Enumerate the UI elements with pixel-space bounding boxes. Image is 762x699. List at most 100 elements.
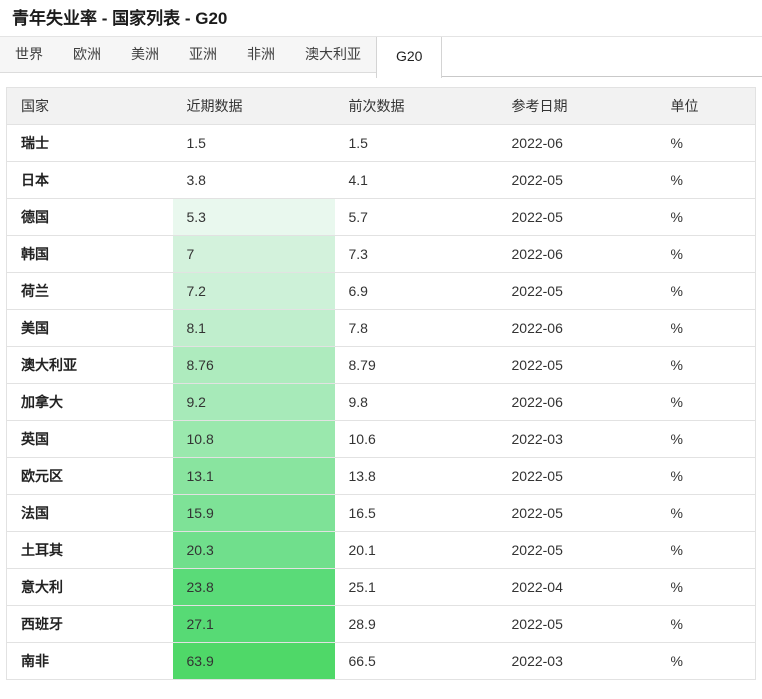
- cell-country: 澳大利亚: [6, 346, 173, 384]
- column-header-unit: 单位: [656, 87, 756, 125]
- cell-country: 德国: [6, 198, 173, 236]
- cell-date: 2022-03: [497, 420, 657, 458]
- cell-latest: 8.1: [172, 309, 335, 347]
- table-body: 瑞士 1.5 1.5 2022-06% 日本 3.8 4.1 2022-05% 德国 5.3 5.7…: [6, 124, 756, 680]
- cell-country: 南非: [6, 642, 173, 680]
- countries-table-container: 国家 近期数据 前次数据 参考日期 单位 瑞士 1.5 1.5 2022-06% 日本 3.8 4.…: [6, 87, 756, 680]
- cell-latest: 15.9: [172, 494, 335, 532]
- cell-unit: %: [656, 235, 756, 273]
- cell-country: 西班牙: [6, 605, 173, 643]
- cell-previous: 5.7: [334, 198, 498, 236]
- cell-date: 2022-05: [497, 272, 657, 310]
- inactive-tab-group: 世界 欧洲 美洲 亚洲 非洲 澳大利亚: [0, 37, 376, 73]
- table-row: 西班牙 27.1 28.9 2022-05%: [6, 605, 756, 643]
- cell-unit: %: [656, 568, 756, 606]
- cell-latest: 3.8: [172, 161, 335, 199]
- cell-latest: 23.8: [172, 568, 335, 606]
- cell-country: 土耳其: [6, 531, 173, 569]
- cell-latest: 10.8: [172, 420, 335, 458]
- region-tab-bar: 世界 欧洲 美洲 亚洲 非洲 澳大利亚 G20: [0, 36, 762, 78]
- cell-date: 2022-05: [497, 605, 657, 643]
- cell-unit: %: [656, 124, 756, 162]
- cell-previous: 25.1: [334, 568, 498, 606]
- cell-latest: 8.76: [172, 346, 335, 384]
- cell-previous: 7.3: [334, 235, 498, 273]
- tab-world[interactable]: 世界: [0, 37, 58, 73]
- cell-unit: %: [656, 605, 756, 643]
- cell-country: 荷兰: [6, 272, 173, 310]
- cell-unit: %: [656, 383, 756, 421]
- cell-country: 加拿大: [6, 383, 173, 421]
- column-header-country: 国家: [6, 87, 173, 125]
- tab-africa[interactable]: 非洲: [232, 37, 290, 73]
- cell-latest: 5.3: [172, 198, 335, 236]
- cell-previous: 4.1: [334, 161, 498, 199]
- table-row: 韩国 7 7.3 2022-06%: [6, 235, 756, 273]
- column-header-latest: 近期数据: [172, 87, 335, 125]
- cell-unit: %: [656, 272, 756, 310]
- cell-previous: 8.79: [334, 346, 498, 384]
- cell-latest: 27.1: [172, 605, 335, 643]
- cell-date: 2022-03: [497, 642, 657, 680]
- cell-previous: 13.8: [334, 457, 498, 495]
- table-row: 英国 10.8 10.6 2022-03%: [6, 420, 756, 458]
- table-row: 美国 8.1 7.8 2022-06%: [6, 309, 756, 347]
- cell-unit: %: [656, 531, 756, 569]
- cell-unit: %: [656, 309, 756, 347]
- cell-date: 2022-05: [497, 531, 657, 569]
- table-row: 欧元区 13.1 13.8 2022-05%: [6, 457, 756, 495]
- tab-bar-filler: [442, 37, 762, 77]
- cell-latest: 7: [172, 235, 335, 273]
- cell-unit: %: [656, 642, 756, 680]
- cell-latest: 1.5: [172, 124, 335, 162]
- cell-latest: 9.2: [172, 383, 335, 421]
- column-header-date: 参考日期: [497, 87, 657, 125]
- cell-country: 法国: [6, 494, 173, 532]
- tab-g20[interactable]: G20: [376, 37, 443, 78]
- table-row: 瑞士 1.5 1.5 2022-06%: [6, 124, 756, 162]
- cell-unit: %: [656, 457, 756, 495]
- cell-country: 日本: [6, 161, 173, 199]
- cell-country: 韩国: [6, 235, 173, 273]
- cell-previous: 9.8: [334, 383, 498, 421]
- cell-country: 欧元区: [6, 457, 173, 495]
- cell-date: 2022-05: [497, 161, 657, 199]
- cell-date: 2022-06: [497, 309, 657, 347]
- cell-date: 2022-06: [497, 383, 657, 421]
- table-header-row: 国家 近期数据 前次数据 参考日期 单位: [6, 87, 756, 125]
- cell-previous: 28.9: [334, 605, 498, 643]
- page-title: 青年失业率 - 国家列表 - G20: [12, 9, 228, 28]
- cell-date: 2022-05: [497, 494, 657, 532]
- table-row: 澳大利亚 8.76 8.79 2022-05%: [6, 346, 756, 384]
- cell-latest: 7.2: [172, 272, 335, 310]
- cell-date: 2022-05: [497, 346, 657, 384]
- table-row: 加拿大 9.2 9.8 2022-06%: [6, 383, 756, 421]
- table-row: 意大利 23.8 25.1 2022-04%: [6, 568, 756, 606]
- cell-date: 2022-05: [497, 457, 657, 495]
- cell-previous: 20.1: [334, 531, 498, 569]
- cell-date: 2022-06: [497, 235, 657, 273]
- column-header-previous: 前次数据: [334, 87, 498, 125]
- table-row: 德国 5.3 5.7 2022-05%: [6, 198, 756, 236]
- tab-americas[interactable]: 美洲: [116, 37, 174, 73]
- cell-unit: %: [656, 198, 756, 236]
- cell-date: 2022-05: [497, 198, 657, 236]
- cell-latest: 63.9: [172, 642, 335, 680]
- tab-asia[interactable]: 亚洲: [174, 37, 232, 73]
- cell-country: 瑞士: [6, 124, 173, 162]
- table-row: 法国 15.9 16.5 2022-05%: [6, 494, 756, 532]
- tab-australia[interactable]: 澳大利亚: [290, 37, 376, 73]
- countries-table: 国家 近期数据 前次数据 参考日期 单位 瑞士 1.5 1.5 2022-06% 日本 3.8 4.…: [6, 87, 756, 680]
- cell-unit: %: [656, 161, 756, 199]
- cell-country: 意大利: [6, 568, 173, 606]
- page-header: 青年失业率 - 国家列表 - G20: [0, 0, 762, 36]
- table-row: 日本 3.8 4.1 2022-05%: [6, 161, 756, 199]
- tab-europe[interactable]: 欧洲: [58, 37, 116, 73]
- table-row: 南非 63.9 66.5 2022-03%: [6, 642, 756, 680]
- cell-unit: %: [656, 420, 756, 458]
- cell-unit: %: [656, 346, 756, 384]
- cell-previous: 16.5: [334, 494, 498, 532]
- table-row: 土耳其 20.3 20.1 2022-05%: [6, 531, 756, 569]
- cell-previous: 7.8: [334, 309, 498, 347]
- cell-country: 美国: [6, 309, 173, 347]
